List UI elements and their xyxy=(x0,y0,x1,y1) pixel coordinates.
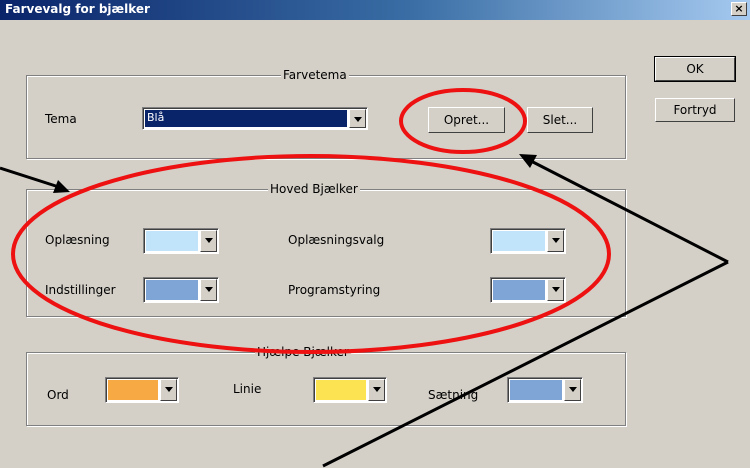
oplaesningsvalg-label: Oplæsningsvalg xyxy=(288,233,385,247)
indstillinger-label: Indstillinger xyxy=(45,283,116,297)
create-button[interactable]: Opret... xyxy=(428,107,505,133)
saetning-label: Sætning xyxy=(428,388,479,402)
color-swatch xyxy=(146,280,198,300)
tema-select-value: Blå xyxy=(145,110,347,127)
color-swatch xyxy=(493,280,545,300)
oplaesning-label: Oplæsning xyxy=(45,233,110,247)
farvetema-legend: Farvetema xyxy=(281,68,349,82)
programstyring-color-select[interactable] xyxy=(490,277,566,303)
window-title: Farvevalg for bjælker xyxy=(5,2,150,16)
ok-button[interactable]: OK xyxy=(654,56,736,82)
hoved-legend: Hoved Bjælker xyxy=(268,182,360,196)
indstillinger-color-select[interactable] xyxy=(143,277,219,303)
color-swatch xyxy=(510,380,562,400)
chevron-down-icon[interactable] xyxy=(349,109,366,128)
programstyring-label: Programstyring xyxy=(288,283,381,297)
oplaesning-color-select[interactable] xyxy=(143,228,219,254)
ord-color-select[interactable] xyxy=(105,377,179,403)
chevron-down-icon[interactable] xyxy=(368,379,385,401)
linie-label: Linie xyxy=(233,382,262,396)
arrow-left-line xyxy=(0,166,63,190)
chevron-down-icon[interactable] xyxy=(547,230,564,252)
color-swatch xyxy=(146,231,198,251)
tema-select[interactable]: Blå xyxy=(142,107,368,130)
tema-label: Tema xyxy=(45,112,77,126)
cancel-button[interactable]: Fortryd xyxy=(655,98,735,122)
ord-label: Ord xyxy=(47,388,69,402)
saetning-color-select[interactable] xyxy=(507,377,583,403)
chevron-down-icon[interactable] xyxy=(200,279,217,301)
chevron-down-icon[interactable] xyxy=(547,279,564,301)
title-bar: Farvevalg for bjælker × xyxy=(0,0,750,20)
hjaelpe-legend: Hjælpe Bjælker xyxy=(255,345,351,359)
close-button[interactable]: × xyxy=(731,2,747,16)
linie-color-select[interactable] xyxy=(313,377,387,403)
color-swatch xyxy=(316,380,366,400)
chevron-down-icon[interactable] xyxy=(564,379,581,401)
chevron-down-icon[interactable] xyxy=(160,379,177,401)
color-swatch xyxy=(493,231,545,251)
color-swatch xyxy=(108,380,158,400)
oplaesningsvalg-color-select[interactable] xyxy=(490,228,566,254)
chevron-down-icon[interactable] xyxy=(200,230,217,252)
delete-button[interactable]: Slet... xyxy=(527,107,593,133)
